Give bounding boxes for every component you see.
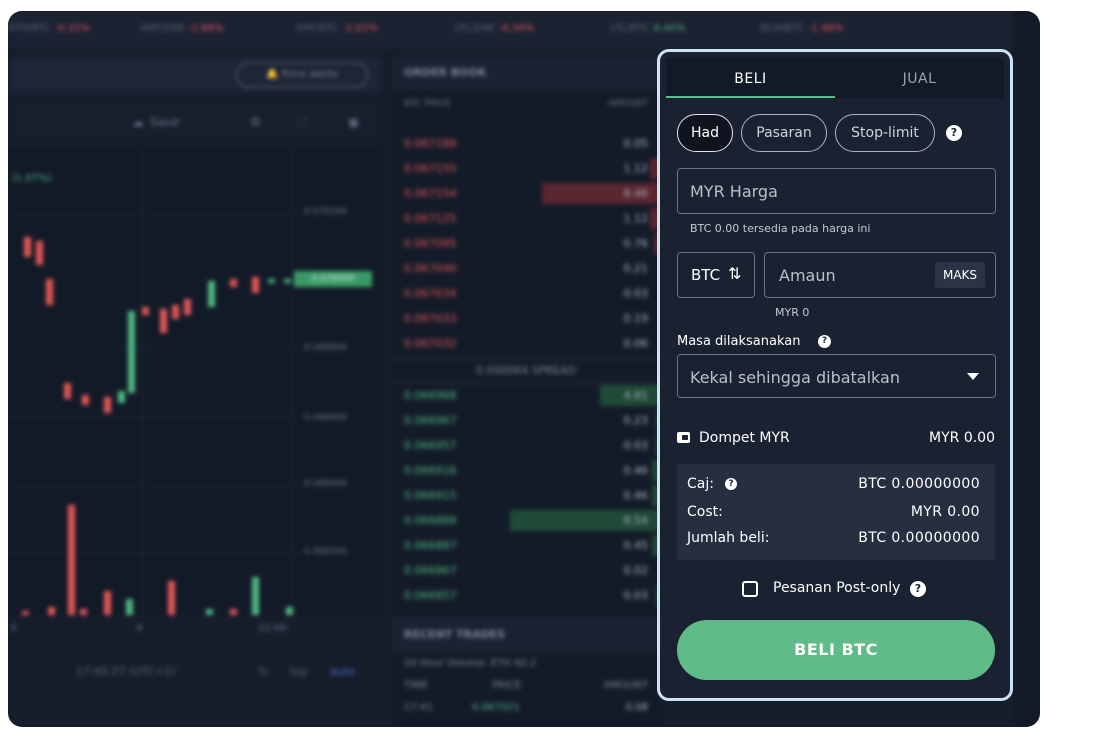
trade-row: 17:41 0.067021 0.08 bbox=[404, 702, 648, 713]
order-summary: Caj: ? BTC 0.00000000 Cost: MYR 0.00 Jum… bbox=[677, 464, 995, 560]
ask-row[interactable]: 0.067033 0.19 bbox=[392, 306, 660, 331]
ticker-item[interactable]: XRP/BTC -2.02% bbox=[296, 23, 378, 34]
recent-trades: RECENT TRADES 24 Hour Volume: ETH 40.2 T… bbox=[392, 617, 660, 727]
bid-row[interactable]: 0.066957 0.03 bbox=[392, 433, 660, 458]
ob-header-amount: AMOUNT bbox=[608, 99, 648, 109]
y-axis-label: 0.068200 bbox=[304, 547, 347, 557]
spread: 0.000064 SPREAD bbox=[392, 359, 660, 383]
chart-header: 🔔 Price alerts bbox=[8, 57, 382, 93]
percent-toggle[interactable]: % bbox=[258, 665, 268, 678]
ticker-item[interactable]: ETH/BTC -0.31% bbox=[8, 23, 90, 34]
order-type-limit[interactable]: Had bbox=[677, 114, 733, 152]
price-field[interactable] bbox=[677, 168, 996, 214]
save-button[interactable]: Save bbox=[150, 115, 179, 129]
ticker-item[interactable]: BCH/BTC -1.48% bbox=[760, 23, 843, 34]
chart-toolbar: ☁ Save ⚙ ⛶ ▣ bbox=[8, 103, 382, 143]
y-axis-label: 0.068400 bbox=[304, 479, 347, 489]
log-toggle[interactable]: log bbox=[290, 665, 307, 678]
volume-text: 24 Hour Volume: ETH 40.2 bbox=[404, 658, 537, 669]
chevron-down-icon bbox=[967, 373, 979, 380]
y-axis-label: 0.068800 bbox=[304, 343, 347, 353]
fullscreen-icon[interactable]: ⛶ bbox=[298, 115, 306, 130]
ask-row[interactable]: 0.067034 0.03 bbox=[392, 281, 660, 306]
last-price-label: 0.070000 bbox=[294, 271, 372, 287]
wallet-label: Dompet MYR bbox=[699, 430, 790, 446]
auto-toggle[interactable]: auto bbox=[330, 665, 355, 678]
time-in-force-select[interactable]: Kekal sehingga dibatalkan bbox=[677, 354, 996, 398]
ask-row[interactable]: 0.067188 0.05 bbox=[392, 131, 660, 156]
bid-row[interactable]: 0.066857 0.03 bbox=[392, 583, 660, 608]
tab-sell[interactable]: JUAL bbox=[835, 58, 1004, 98]
ticker-item[interactable]: LTC/BTC 0.40% bbox=[610, 23, 685, 34]
price-input[interactable] bbox=[688, 181, 982, 202]
currency-label: BTC bbox=[691, 266, 721, 284]
cloud-icon: ☁ bbox=[132, 115, 144, 129]
price-note: BTC 0.00 tersedia pada harga ini bbox=[690, 222, 871, 235]
ticker-item[interactable]: LTC/ZAR -0.34% bbox=[454, 23, 534, 34]
amount-field[interactable]: MAKS bbox=[764, 252, 996, 298]
buy-btc-button[interactable]: BELI BTC bbox=[677, 620, 995, 680]
total-row: Jumlah beli: BTC 0.00000000 bbox=[687, 530, 980, 546]
price-alerts-button[interactable]: 🔔 Price alerts bbox=[236, 62, 368, 88]
order-type-stop-limit[interactable]: Stop-limit bbox=[835, 114, 935, 152]
currency-toggle[interactable]: BTC ⇅ bbox=[677, 252, 755, 298]
ask-row[interactable]: 0.067032 0.06 bbox=[392, 331, 660, 356]
buy-sell-tabs: BELI JUAL bbox=[666, 58, 1004, 98]
order-type-market[interactable]: Pasaran bbox=[741, 114, 827, 152]
cost-row: Cost: MYR 0.00 bbox=[687, 504, 980, 520]
post-only-checkbox[interactable] bbox=[742, 581, 758, 597]
ask-row[interactable]: 0.067125 1.12 bbox=[392, 206, 660, 231]
ask-row[interactable]: 0.067154 8.46 bbox=[392, 181, 660, 206]
ask-row[interactable]: 0.067095 0.76 bbox=[392, 231, 660, 256]
bid-row[interactable]: 0.066887 0.45 bbox=[392, 533, 660, 558]
amount-input[interactable] bbox=[777, 265, 931, 286]
help-icon[interactable]: ? bbox=[725, 478, 737, 490]
swap-icon: ⇅ bbox=[728, 264, 742, 283]
time-in-force-label: Masa dilaksanakan bbox=[677, 334, 801, 349]
wallet-balance: MYR 0.00 bbox=[929, 430, 995, 446]
ticker-bar: ETH/BTC -0.31% XRP/ZAR -2.88% XRP/BTC -2.02… bbox=[8, 11, 1040, 49]
bid-row[interactable]: 0.066968 4.81 bbox=[392, 383, 660, 408]
wallet-row: Dompet MYR MYR 0.00 bbox=[677, 430, 995, 450]
ob-header-price: BTC PRICE bbox=[404, 99, 451, 109]
time-axis: 3 4 12:00 bbox=[8, 615, 382, 643]
trade-panel: BELI JUAL Had Pasaran Stop-limit ? BTC 0… bbox=[657, 49, 1013, 701]
fee-row: Caj: ? BTC 0.00000000 bbox=[687, 476, 980, 492]
recent-trades-title: RECENT TRADES bbox=[392, 617, 660, 653]
help-icon[interactable]: ? bbox=[910, 581, 926, 597]
clock: 17:45:27 (UTC+2) bbox=[76, 665, 176, 678]
price-chart[interactable]: 0.070200 0.068800 0.068600 0.068400 0.06… bbox=[8, 147, 382, 615]
help-icon[interactable]: ? bbox=[946, 125, 962, 141]
bid-row[interactable]: 0.066916 0.46 bbox=[392, 458, 660, 483]
order-book-title: ORDER BOOK bbox=[392, 57, 660, 89]
wallet-icon bbox=[677, 432, 690, 443]
rt-headers: TIME PRICE AMOUNT bbox=[404, 680, 648, 691]
settings-icon[interactable]: ⚙ bbox=[250, 115, 261, 129]
bid-row[interactable]: 0.066867 0.02 bbox=[392, 558, 660, 583]
order-book: ORDER BOOK BTC PRICE AMOUNT 0.067188 0.05… bbox=[392, 57, 660, 617]
ask-row[interactable]: 0.067040 0.21 bbox=[392, 256, 660, 281]
help-icon[interactable]: ? bbox=[818, 335, 831, 348]
bid-row[interactable]: 0.066967 0.23 bbox=[392, 408, 660, 433]
y-axis-label: 0.070200 bbox=[304, 207, 347, 217]
camera-icon[interactable]: ▣ bbox=[348, 115, 359, 129]
bid-row[interactable]: 0.066888 8.54 bbox=[392, 508, 660, 533]
ticker-item[interactable]: XRP/ZAR -2.88% bbox=[140, 23, 223, 34]
max-button[interactable]: MAKS bbox=[935, 262, 985, 288]
post-only-label: Pesanan Post-only bbox=[773, 580, 901, 596]
amount-note: MYR 0 bbox=[775, 306, 810, 319]
y-axis-label: 0.068600 bbox=[304, 413, 347, 423]
bid-row[interactable]: 0.066915 0.46 bbox=[392, 483, 660, 508]
chart-change: (1.07%) bbox=[12, 173, 52, 184]
ask-row[interactable]: 0.067155 1.12 bbox=[392, 156, 660, 181]
tab-buy[interactable]: BELI bbox=[666, 58, 835, 98]
chart-footer: 17:45:27 (UTC+2) % log auto bbox=[8, 651, 382, 691]
time-in-force-value: Kekal sehingga dibatalkan bbox=[690, 368, 900, 387]
